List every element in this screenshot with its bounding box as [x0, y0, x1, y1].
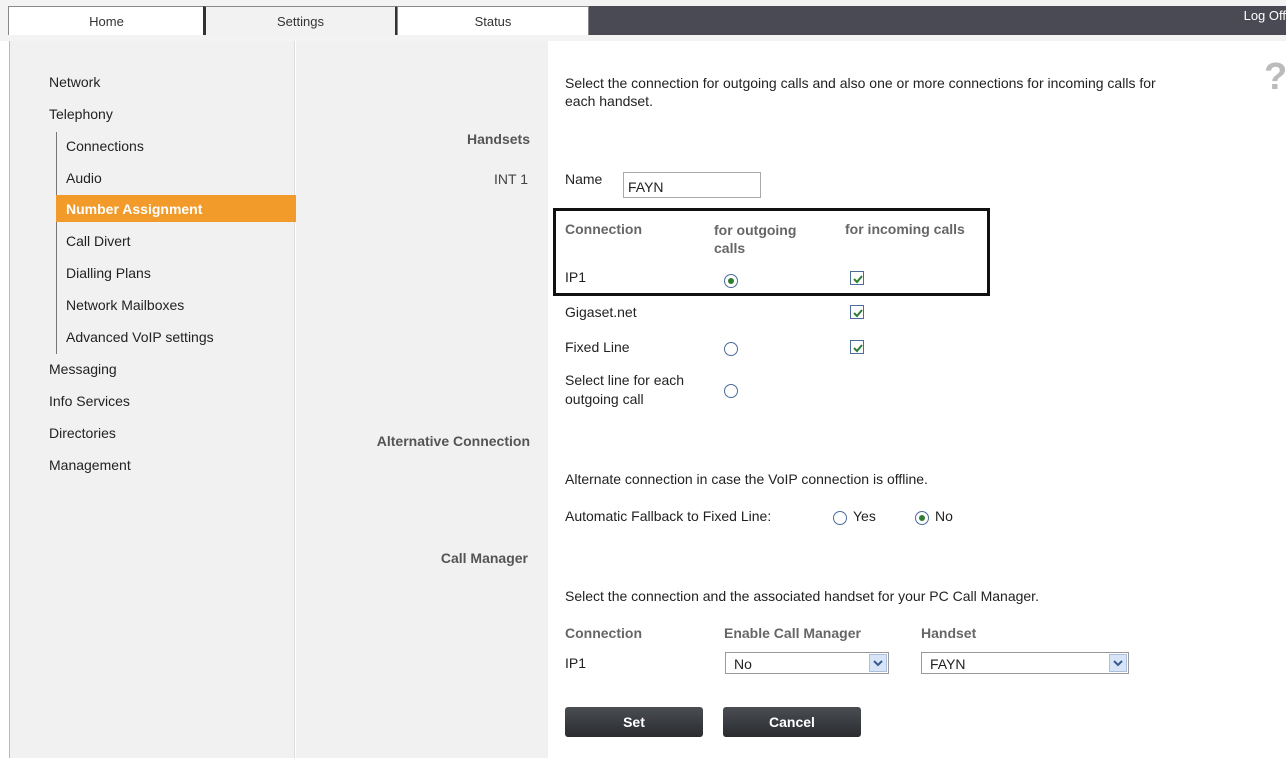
- sidebar-item-directories[interactable]: Directories: [49, 425, 116, 441]
- cm-connection-value: IP1: [565, 655, 587, 671]
- fallback-no-radio[interactable]: [915, 511, 929, 525]
- sidebar-item-info-services[interactable]: Info Services: [49, 393, 130, 409]
- call-manager-section-label: Call Manager: [440, 550, 528, 566]
- check-icon: [853, 344, 863, 353]
- alternative-description: Alternate connection in case the VoIP co…: [565, 471, 928, 487]
- logout-link[interactable]: Log Off: [1244, 8, 1286, 23]
- check-icon: [853, 309, 863, 318]
- cm-col-handset-header: Handset: [921, 625, 977, 641]
- name-field[interactable]: [623, 172, 761, 198]
- sidebar-item-network[interactable]: Network: [49, 74, 100, 90]
- chevron-down-icon: [1109, 654, 1127, 672]
- tab-status[interactable]: Status: [397, 6, 589, 35]
- outgoing-radio-fixed-line[interactable]: [724, 342, 738, 356]
- cm-col-connection-header: Connection: [565, 625, 642, 641]
- handset-select[interactable]: FAYN: [921, 652, 1129, 674]
- row-fixed-line-label: Fixed Line: [565, 339, 630, 355]
- sidebar-item-messaging[interactable]: Messaging: [49, 361, 117, 377]
- sidebar-item-network-mailboxes[interactable]: Network Mailboxes: [66, 297, 184, 313]
- cancel-button[interactable]: Cancel: [723, 707, 861, 737]
- chevron-down-icon: [869, 654, 887, 672]
- fallback-yes-radio[interactable]: [833, 511, 847, 525]
- handsets-section-label: Handsets: [466, 131, 530, 147]
- set-button[interactable]: Set: [565, 707, 703, 737]
- alternative-section-label: Alternative Connection: [376, 433, 530, 449]
- sidebar-item-call-divert[interactable]: Call Divert: [66, 233, 131, 249]
- sidebar-item-audio[interactable]: Audio: [66, 170, 102, 186]
- fallback-yes-label: Yes: [853, 508, 876, 524]
- incoming-checkbox-gigaset[interactable]: [850, 305, 864, 319]
- cm-col-enable-header: Enable Call Manager: [724, 625, 861, 641]
- sidebar-item-connections[interactable]: Connections: [66, 138, 144, 154]
- incoming-checkbox-fixed-line[interactable]: [850, 340, 864, 354]
- tab-home[interactable]: Home: [8, 6, 205, 35]
- enable-call-manager-value: No: [734, 656, 752, 672]
- handset-select-value: FAYN: [930, 656, 966, 672]
- sidebar-item-management[interactable]: Management: [49, 457, 131, 473]
- row-gigaset-label: Gigaset.net: [565, 304, 637, 320]
- top-bar-dark-area: [588, 6, 1286, 35]
- sidebar-item-label-active: Number Assignment: [66, 201, 203, 217]
- tab-settings[interactable]: Settings: [203, 6, 398, 35]
- sidebar-item-advanced-voip[interactable]: Advanced VoIP settings: [66, 329, 214, 345]
- enable-call-manager-select[interactable]: No: [725, 652, 889, 674]
- row-select-line-label: Select line for each outgoing call: [565, 372, 685, 407]
- intro-text: Select the connection for outgoing calls…: [565, 75, 1156, 109]
- sidebar-item-telephony[interactable]: Telephony: [49, 106, 113, 122]
- outgoing-radio-select-line[interactable]: [724, 384, 738, 398]
- sidebar-item-dialling-plans[interactable]: Dialling Plans: [66, 265, 151, 281]
- call-manager-description: Select the connection and the associated…: [565, 588, 1039, 604]
- highlight-frame: [553, 208, 990, 296]
- submenu-divider: [56, 132, 57, 354]
- int-label: INT 1: [494, 171, 528, 187]
- fallback-no-label: No: [935, 508, 953, 524]
- help-icon[interactable]: ?: [1264, 56, 1286, 99]
- name-label: Name: [565, 171, 603, 187]
- fallback-label: Automatic Fallback to Fixed Line:: [565, 508, 772, 524]
